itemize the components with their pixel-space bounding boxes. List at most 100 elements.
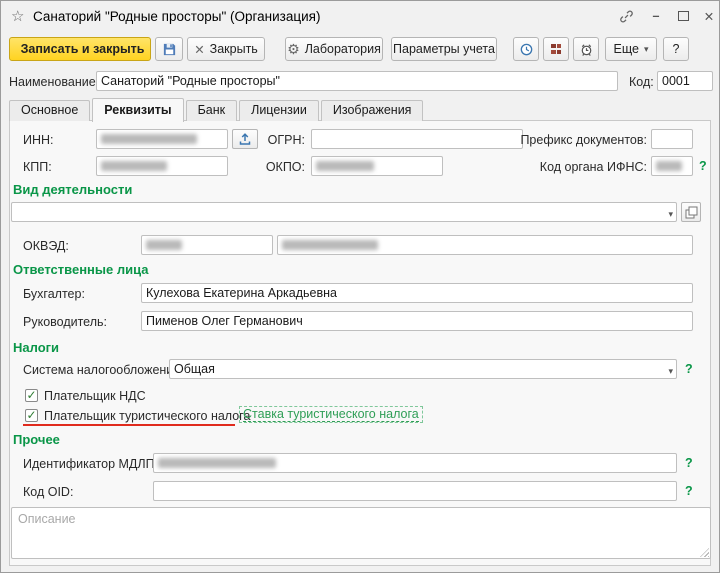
kpp-label: КПП: [23, 159, 52, 175]
check-icon: ✓ [26, 390, 36, 400]
oid-label: Код OID: [23, 484, 73, 500]
tab-main[interactable]: Основное [9, 100, 90, 121]
save-and-close-label: Записать и закрыть [21, 42, 145, 56]
minimize-icon: – [653, 9, 660, 23]
favorite-star-icon[interactable]: ☆ [11, 7, 24, 25]
tourist-tax-payer-label: Плательщик туристического налога [44, 408, 250, 424]
okved-name-input[interactable] [277, 235, 693, 255]
oid-input[interactable] [153, 481, 677, 501]
inn-label: ИНН: [23, 132, 54, 148]
close-x-icon: ✕ [194, 42, 204, 57]
vat-payer-checkbox[interactable]: ✓ [25, 389, 38, 402]
ifns-code-label: Код органа ИФНС: [513, 159, 647, 175]
redacted-value [282, 240, 378, 250]
redacted-value [101, 134, 197, 144]
more-label: Еще [614, 42, 639, 56]
tab-requisites[interactable]: Реквизиты [92, 98, 183, 122]
alarm-clock-icon [579, 42, 594, 57]
okved-code-input[interactable] [141, 235, 273, 255]
other-section-header: Прочее [13, 432, 60, 447]
files-icon [549, 42, 563, 56]
activity-combobox[interactable]: ▾ [11, 202, 677, 222]
dropdown-arrow-icon[interactable]: ▾ [668, 206, 673, 222]
laboratory-label: Лаборатория [305, 42, 381, 56]
close-icon: ✕ [704, 9, 714, 24]
files-button[interactable] [543, 37, 569, 61]
window-title: Санаторий "Родные просторы" (Организация… [33, 9, 320, 24]
code-label: Код: [629, 74, 654, 90]
tourist-tax-rate-link[interactable]: Ставка туристического налога [239, 406, 423, 423]
mdlp-help-link[interactable]: ? [685, 456, 693, 470]
check-icon: ✓ [26, 410, 36, 420]
inn-input[interactable] [96, 129, 228, 149]
okpo-input[interactable] [311, 156, 443, 176]
oid-help-link[interactable]: ? [685, 484, 693, 498]
tax-system-value: Общая [174, 361, 215, 377]
ifns-code-input[interactable] [651, 156, 693, 176]
tab-images[interactable]: Изображения [321, 100, 424, 121]
ifns-help-link[interactable]: ? [699, 159, 707, 173]
red-underline [23, 424, 235, 426]
link-icon [619, 9, 634, 24]
save-button[interactable] [155, 37, 183, 61]
activity-section-header: Вид деятельности [13, 182, 132, 197]
accounting-params-label: Параметры учета [393, 42, 495, 56]
accounting-params-button[interactable]: Параметры учета [391, 37, 497, 61]
ogrn-input[interactable] [311, 129, 523, 149]
okved-label: ОКВЭД: [23, 238, 69, 254]
help-button[interactable]: ? [663, 37, 689, 61]
maximize-button[interactable] [672, 7, 694, 25]
name-input[interactable] [96, 71, 618, 91]
organization-card-window: ☆ Санаторий "Родные просторы" (Организац… [0, 0, 720, 573]
floppy-icon [162, 42, 177, 57]
open-list-icon [685, 206, 698, 219]
doc-prefix-input[interactable] [651, 129, 693, 149]
reminder-button[interactable] [573, 37, 599, 61]
minimize-button[interactable]: – [645, 7, 667, 25]
maximize-icon [678, 11, 689, 21]
kpp-input[interactable] [96, 156, 228, 176]
tourist-tax-payer-checkbox[interactable]: ✓ [25, 409, 38, 422]
okpo-label: ОКПО: [247, 159, 305, 175]
close-form-label: Закрыть [210, 42, 258, 56]
tax-system-combobox[interactable]: Общая ▾ [169, 359, 677, 379]
gear-icon: ⚙ [287, 41, 300, 58]
history-icon [519, 42, 534, 57]
taxes-section-header: Налоги [13, 340, 59, 355]
close-form-button[interactable]: ✕ Закрыть [187, 37, 265, 61]
mdlp-label: Идентификатор МДЛП: [23, 456, 158, 472]
get-link-button[interactable] [615, 7, 637, 25]
tourist-tax-rate-link-label: Ставка туристического налога [243, 407, 419, 422]
tab-bank[interactable]: Банк [186, 100, 238, 121]
accountant-input[interactable] [141, 283, 693, 303]
mdlp-input[interactable] [153, 453, 677, 473]
more-button[interactable]: Еще ▾ [605, 37, 657, 61]
history-button[interactable] [513, 37, 539, 61]
dropdown-arrow-icon[interactable]: ▾ [668, 363, 673, 379]
tab-licenses[interactable]: Лицензии [239, 100, 319, 121]
activity-open-button[interactable] [681, 202, 701, 222]
tab-strip: Основное Реквизиты Банк Лицензии Изображ… [9, 98, 425, 121]
redacted-value [158, 458, 276, 468]
manager-label: Руководитель: [23, 314, 107, 330]
accountant-label: Бухгалтер: [23, 286, 85, 302]
redacted-value [316, 161, 374, 171]
redacted-value [101, 161, 167, 171]
laboratory-button[interactable]: ⚙ Лаборатория [285, 37, 383, 61]
vat-payer-label: Плательщик НДС [44, 388, 146, 404]
close-window-button[interactable]: ✕ [698, 7, 720, 25]
redacted-value [146, 240, 182, 250]
code-input[interactable] [657, 71, 713, 91]
ogrn-label: ОГРН: [247, 132, 305, 148]
tax-system-label: Система налогообложения: [23, 362, 184, 378]
manager-input[interactable] [141, 311, 693, 331]
redacted-value [656, 161, 682, 171]
save-and-close-button[interactable]: Записать и закрыть [9, 37, 151, 61]
chevron-down-icon: ▾ [644, 44, 649, 55]
responsible-section-header: Ответственные лица [13, 262, 148, 277]
help-label: ? [673, 42, 680, 56]
name-label: Наименование: [9, 74, 99, 90]
doc-prefix-label: Префикс документов: [513, 132, 647, 148]
tax-system-help-link[interactable]: ? [685, 362, 693, 376]
description-textarea[interactable] [11, 507, 711, 559]
